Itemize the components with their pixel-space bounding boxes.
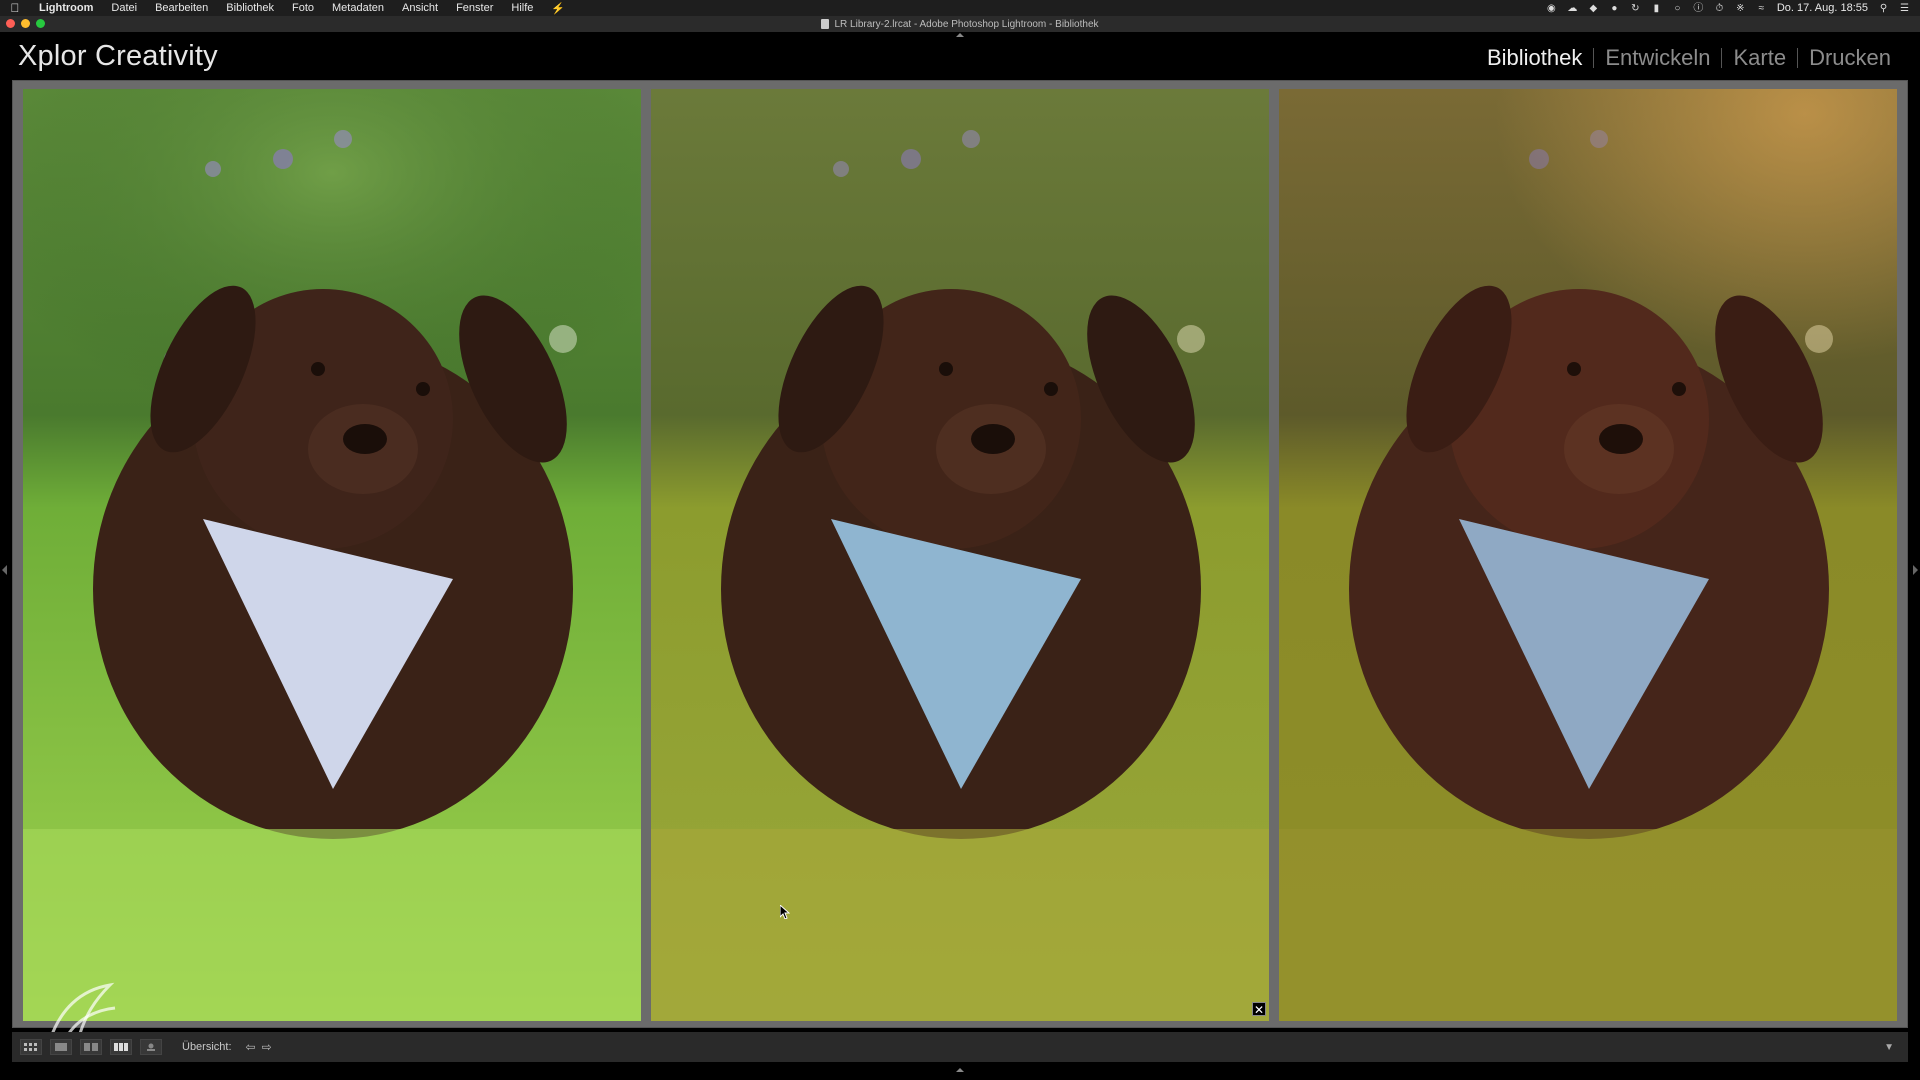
menu-fenster[interactable]: Fenster <box>447 2 502 14</box>
user-icon[interactable]: ● <box>1609 3 1620 14</box>
module-bibliothek[interactable]: Bibliothek <box>1476 45 1593 71</box>
expand-filmstrip-arrow-icon[interactable] <box>955 1068 965 1074</box>
dropbox-icon[interactable]: ◆ <box>1588 3 1599 14</box>
people-icon <box>147 1043 155 1051</box>
people-view-button[interactable] <box>140 1039 162 1055</box>
identity-plate: Xplor Creativity <box>18 40 218 72</box>
window-title: LR Library-2.lrcat - Adobe Photoshop Lig… <box>834 18 1099 30</box>
status-area: ◉ ☁ ◆ ● ↻ ▮ ○ ⓘ ⏱ ※ ≈ Do. 17. Aug. 18:55… <box>1546 2 1920 14</box>
spotlight-search-icon[interactable]: ⚲ <box>1878 3 1889 14</box>
macos-menubar:  Lightroom Datei Bearbeiten Bibliothek … <box>0 0 1920 16</box>
previous-photo-arrow-icon[interactable]: ⇦ <box>246 1040 256 1054</box>
next-photo-arrow-icon[interactable]: ⇨ <box>262 1040 272 1054</box>
mouse-cursor-icon <box>780 905 790 919</box>
notification-center-icon[interactable]: ☰ <box>1899 3 1910 14</box>
overview-label: Übersicht: <box>182 1041 232 1053</box>
toolbar-content-menu-icon[interactable]: ▼ <box>1884 1042 1894 1053</box>
module-karte[interactable]: Karte <box>1722 45 1797 71</box>
top-panel: Xplor Creativity Bibliothek Entwickeln K… <box>0 32 1920 80</box>
battery-icon[interactable]: ▮ <box>1651 3 1662 14</box>
window-zoom-button[interactable] <box>36 19 45 28</box>
grid-view-button[interactable] <box>20 1039 42 1055</box>
time-machine-icon[interactable]: ⏱ <box>1714 3 1725 14</box>
wifi-icon[interactable]: ≈ <box>1756 3 1767 14</box>
apple-menu-icon[interactable]:  <box>0 1 30 15</box>
window-titlebar: LR Library-2.lrcat - Adobe Photoshop Lig… <box>0 16 1920 32</box>
creative-cloud-icon[interactable]: ☁ <box>1567 3 1578 14</box>
bluetooth-icon[interactable]: ※ <box>1735 3 1746 14</box>
photo-cell-edit-2[interactable] <box>1279 89 1897 1021</box>
compare-icon <box>84 1043 98 1051</box>
menu-hilfe[interactable]: Hilfe <box>502 2 542 14</box>
circle-icon[interactable]: ○ <box>1672 3 1683 14</box>
remove-from-survey-button[interactable]: ✕ <box>1252 1002 1266 1017</box>
menu-bearbeiten[interactable]: Bearbeiten <box>146 2 217 14</box>
photo-cell-original[interactable] <box>23 89 641 1021</box>
survey-icon <box>114 1043 128 1051</box>
menu-foto[interactable]: Foto <box>283 2 323 14</box>
menu-ansicht[interactable]: Ansicht <box>393 2 447 14</box>
record-icon[interactable]: ◉ <box>1546 3 1557 14</box>
dog-photo-original <box>23 89 641 1021</box>
sync-icon[interactable]: ↻ <box>1630 3 1641 14</box>
menu-metadaten[interactable]: Metadaten <box>323 2 393 14</box>
dog-photo-edit-2 <box>1279 89 1897 1021</box>
grid-icon <box>24 1043 37 1051</box>
window-minimize-button[interactable] <box>21 19 30 28</box>
expand-left-panel-arrow-icon[interactable] <box>2 565 8 575</box>
menu-app-lightroom[interactable]: Lightroom <box>30 2 102 14</box>
expand-right-panel-arrow-icon[interactable] <box>1912 565 1918 575</box>
module-drucken[interactable]: Drucken <box>1798 45 1902 71</box>
collapse-top-panel-arrow-icon[interactable] <box>955 33 965 39</box>
survey-view-button[interactable] <box>110 1039 132 1055</box>
dog-photo-edit-1 <box>651 89 1269 1021</box>
bottom-toolbar: Übersicht: ⇦ ⇨ ▼ <box>12 1032 1908 1062</box>
compare-view-button[interactable] <box>80 1039 102 1055</box>
photo-cell-edit-1[interactable] <box>651 89 1269 1021</box>
script-menu-icon[interactable]: ⚡ <box>542 2 574 15</box>
info-icon[interactable]: ⓘ <box>1693 3 1704 14</box>
module-picker: Bibliothek Entwickeln Karte Drucken <box>1476 45 1902 71</box>
menubar-clock[interactable]: Do. 17. Aug. 18:55 <box>1777 2 1868 14</box>
window-controls <box>6 19 45 28</box>
document-icon <box>821 19 830 29</box>
loupe-icon <box>55 1043 67 1051</box>
menu-datei[interactable]: Datei <box>102 2 146 14</box>
window-close-button[interactable] <box>6 19 15 28</box>
menu-bibliothek[interactable]: Bibliothek <box>217 2 283 14</box>
module-entwickeln[interactable]: Entwickeln <box>1594 45 1721 71</box>
survey-view-area <box>12 80 1908 1028</box>
loupe-view-button[interactable] <box>50 1039 72 1055</box>
